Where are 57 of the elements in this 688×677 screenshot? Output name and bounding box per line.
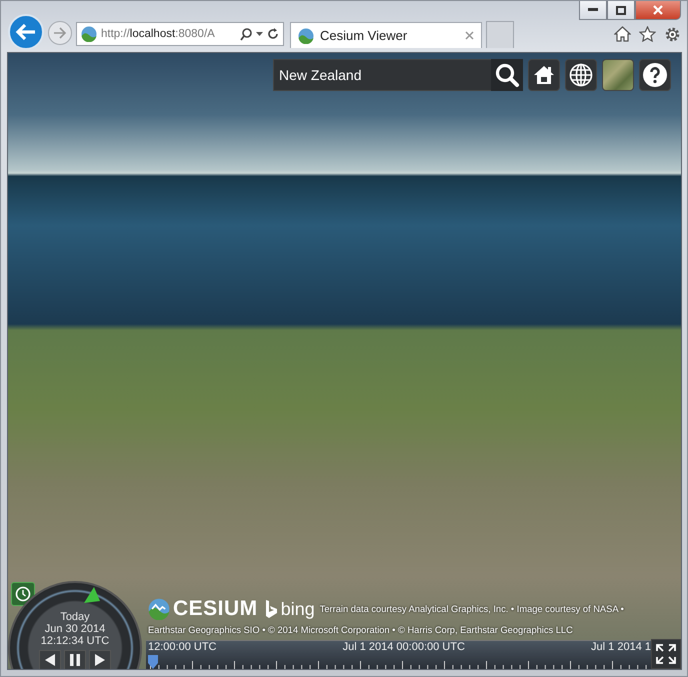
- globe-button[interactable]: [565, 59, 597, 91]
- b-logo-icon[interactable]: [264, 599, 278, 619]
- day-label: Today: [60, 611, 90, 623]
- minimize-button[interactable]: [579, 1, 607, 20]
- home-icon: [533, 64, 555, 86]
- help-icon: [642, 62, 668, 88]
- star-icon[interactable]: [639, 26, 656, 42]
- close-button[interactable]: [635, 1, 681, 20]
- tab-title: Cesium Viewer: [320, 28, 408, 43]
- expand-arrows-icon: [655, 643, 677, 665]
- cesium-logo-text[interactable]: CESIUM: [173, 597, 258, 621]
- dropdown-caret-icon[interactable]: [256, 32, 263, 36]
- refresh-icon[interactable]: [267, 28, 279, 40]
- home-icon[interactable]: [614, 26, 631, 42]
- search-field[interactable]: New Zealand: [273, 59, 491, 91]
- close-icon: [653, 5, 663, 15]
- address-bar[interactable]: http://localhost:8080/A: [76, 22, 284, 46]
- close-tab-icon[interactable]: [465, 31, 474, 40]
- maximize-icon: [616, 6, 626, 14]
- pause-icon: [70, 654, 80, 666]
- bing-logo-text[interactable]: bing: [280, 598, 315, 620]
- fullscreen-button[interactable]: [651, 639, 681, 669]
- credit-text: Earthstar Geographics SIO • © 2014 Microsoft Corporation • © Harris Corp, Earthstar Geographics LLC: [148, 625, 574, 635]
- timeline-bar[interactable]: 12:00:00 UTC Jul 1 2014 00:00:00 UTC Jul 1 2014 1: [146, 640, 653, 669]
- credit-text: Terrain data courtesy Analytical Graphics, Inc. • Image courtesy of NASA •: [320, 604, 624, 614]
- reverse-triangle-icon: [45, 654, 55, 666]
- timeline-label: Jul 1 2014 1: [591, 641, 651, 653]
- animation-dial[interactable]: Today Jun 30 2014 12:12:34 UTC: [8, 581, 142, 669]
- play-reverse-button[interactable]: [39, 650, 61, 669]
- globe-logo-icon: [148, 598, 170, 620]
- globe-logo-icon: [298, 28, 314, 44]
- home-button[interactable]: [528, 59, 560, 91]
- browser-tab[interactable]: Cesium Viewer: [290, 22, 482, 48]
- speed-needle-icon[interactable]: [82, 587, 100, 603]
- left-arrow-icon: [15, 23, 37, 41]
- settings-icon[interactable]: [664, 26, 681, 43]
- pause-button[interactable]: [64, 650, 86, 669]
- time-marker-icon[interactable]: [148, 655, 158, 669]
- play-button[interactable]: [89, 650, 111, 669]
- time-label: 12:12:34 UTC: [40, 635, 110, 647]
- timeline-label: 12:00:00 UTC: [148, 641, 216, 653]
- help-button[interactable]: [639, 59, 671, 91]
- back-button[interactable]: [8, 14, 44, 50]
- maximize-button[interactable]: [607, 1, 635, 20]
- play-icon: [95, 654, 105, 666]
- search-icon[interactable]: [240, 28, 252, 40]
- search-icon[interactable]: [491, 59, 523, 91]
- terrain-3d-view[interactable]: [7, 52, 682, 670]
- minimize-icon: [588, 8, 598, 12]
- timeline-label: Jul 1 2014 00:00:00 UTC: [342, 641, 465, 653]
- address-text: http://localhost:8080/A: [101, 28, 215, 40]
- clock-button[interactable]: [11, 582, 35, 606]
- right-arrow-icon: [53, 27, 67, 39]
- globe-icon: [569, 63, 593, 87]
- imagery-picker-button[interactable]: [602, 59, 634, 91]
- globe-logo-icon: [81, 26, 97, 42]
- date-label: Jun 30 2014: [44, 623, 106, 635]
